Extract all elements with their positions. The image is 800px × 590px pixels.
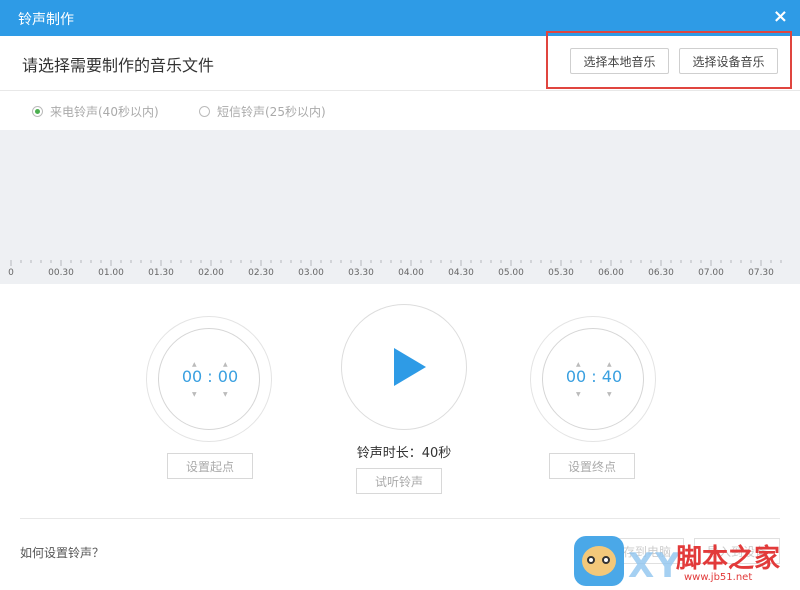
end-time-dial: ▲ ▲ 00 : 40 ▼ ▼ — [530, 316, 656, 442]
set-end-button[interactable]: 设置终点 — [549, 453, 635, 479]
radio-checked-icon — [32, 106, 43, 117]
timeline-tick-label: 0 — [8, 268, 14, 278]
hour-down-arrow-icon[interactable]: ▼ — [192, 391, 197, 398]
hour-down-arrow-icon[interactable]: ▼ — [576, 391, 581, 398]
watermark-url: www.jb51.net — [684, 572, 753, 583]
footer-divider — [20, 518, 780, 519]
radio-sms-ringtone[interactable]: 短信铃声(25秒以内) — [199, 103, 326, 120]
page-heading: 请选择需要制作的音乐文件 — [22, 56, 215, 75]
timeline-tick-label: 07.30 — [748, 268, 774, 278]
timeline-tick-label: 03.30 — [348, 268, 374, 278]
timeline-tick-label: 04.30 — [448, 268, 474, 278]
radio-call-ringtone[interactable]: 来电铃声(40秒以内) — [32, 103, 159, 120]
radio-call-label: 来电铃声(40秒以内) — [50, 105, 159, 119]
how-to-set-ringtone-link[interactable]: 如何设置铃声？ — [20, 544, 104, 561]
minute-down-arrow-icon[interactable]: ▼ — [223, 391, 228, 398]
timeline-tick-label: 02.30 — [248, 268, 274, 278]
timeline-tick-label: 06.00 — [598, 268, 624, 278]
close-icon[interactable]: × — [773, 6, 788, 27]
watermark-brand: XY — [628, 546, 681, 586]
ringtone-duration: 铃声时长：40秒 — [356, 446, 452, 461]
watermark: XY 脚本之家 www.jb51.net — [572, 534, 800, 590]
waveform-area[interactable] — [0, 130, 800, 260]
play-button[interactable] — [341, 304, 467, 430]
timeline-tick-label: 04.00 — [398, 268, 424, 278]
start-time-dial: ▲ ▲ 00 : 00 ▼ ▼ — [146, 316, 272, 442]
watermark-site: 脚本之家 — [676, 544, 781, 574]
timeline-tick-label: 00.30 — [48, 268, 74, 278]
radio-sms-label: 短信铃声(25秒以内) — [217, 105, 326, 119]
timeline-tick-label: 07.00 — [698, 268, 724, 278]
preview-ringtone-button[interactable]: 试听铃声 — [356, 468, 442, 494]
mascot-logo-icon — [574, 536, 624, 586]
timeline-tick-label: 01.00 — [98, 268, 124, 278]
timeline-tick-label: 05.30 — [548, 268, 574, 278]
timeline-tick-label: 02.00 — [198, 268, 224, 278]
highlight-annotation-box — [546, 31, 792, 89]
timeline-tick-label: 05.00 — [498, 268, 524, 278]
minute-down-arrow-icon[interactable]: ▼ — [607, 391, 612, 398]
timeline-tick-label: 06.30 — [648, 268, 674, 278]
timeline-tick-label: 01.30 — [148, 268, 174, 278]
timeline-tick-label: 03.00 — [298, 268, 324, 278]
play-icon — [394, 348, 426, 386]
window-title: 铃声制作 — [18, 12, 74, 28]
timeline-ruler: 0 00.30 01.00 01.30 02.00 02.30 03.00 03.30 04.0… — [0, 260, 800, 284]
end-time-value[interactable]: 00 : 40 — [531, 367, 657, 386]
radio-unchecked-icon — [199, 106, 210, 117]
start-time-value[interactable]: 00 : 00 — [147, 367, 273, 386]
set-start-button[interactable]: 设置起点 — [167, 453, 253, 479]
